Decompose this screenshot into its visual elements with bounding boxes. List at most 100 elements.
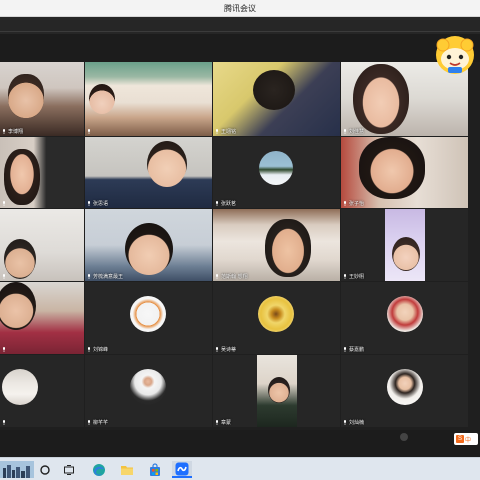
edge-browser-icon[interactable]: [90, 461, 108, 478]
mic-icon: [2, 200, 6, 206]
participant-tile[interactable]: [0, 137, 84, 208]
participant-label: 范斯翰 想翔: [215, 272, 248, 280]
profile-avatar: [130, 369, 166, 405]
participant-label: 吴诗蒂: [215, 345, 236, 353]
ime-indicator[interactable]: S 中: [454, 433, 478, 445]
profile-avatar: [387, 369, 423, 405]
participant-name: 柳芊芊: [93, 419, 109, 426]
child-face: [4, 239, 36, 279]
participant-name: 刘灿楠: [349, 419, 365, 426]
mic-icon: [2, 128, 6, 134]
participant-tile[interactable]: 李博翔: [0, 62, 84, 136]
participant-label: [2, 345, 8, 353]
ime-label: 中: [465, 436, 472, 444]
mic-icon: [87, 273, 91, 279]
child-face: [147, 141, 187, 187]
mic-icon: [215, 273, 219, 279]
participant-label: 张子怡: [343, 199, 364, 207]
meeting-toolbar: [0, 17, 480, 34]
participant-label: 柳芊芊: [87, 418, 108, 426]
mic-icon: [343, 419, 347, 425]
participant-tile[interactable]: 蔡嘉鹏: [341, 282, 468, 354]
profile-avatar: [259, 151, 293, 185]
participant-label: 王翊铭: [215, 127, 236, 135]
mic-icon: [87, 200, 91, 206]
title-bar: 腾讯会议: [0, 0, 480, 17]
tencent-meeting-icon[interactable]: [172, 461, 192, 478]
participant-tile[interactable]: 芳梳满意最王: [85, 209, 212, 281]
participant-label: 张思语: [87, 199, 108, 207]
participant-tile[interactable]: 范斯翰 想翔: [213, 209, 340, 281]
participant-name: 章蒙: [221, 419, 232, 426]
participant-label: 李博翔: [2, 127, 23, 135]
participant-tile[interactable]: 吴诗蒂: [213, 282, 340, 354]
video-grid: 李博翔 王翊铭 刘佳慧 张思语 张跃茗 张子怡 芳梳满意最王 范斯翰 想翔 王妙…: [0, 62, 480, 430]
mic-icon: [215, 200, 219, 206]
participant-name: 张子怡: [349, 200, 365, 207]
profile-avatar: [130, 296, 166, 332]
child-face: [125, 223, 173, 275]
participant-name: 王翊铭: [221, 128, 237, 135]
profile-avatar: [258, 296, 294, 332]
participant-tile[interactable]: 刘灿楠: [341, 355, 468, 427]
mic-icon: [215, 346, 219, 352]
skyline-thumbnail-icon[interactable]: [0, 461, 34, 478]
child-face: [268, 377, 290, 403]
toolbar-divider: [0, 31, 480, 32]
mic-icon: [87, 419, 91, 425]
participant-label: [87, 127, 93, 135]
mic-icon: [87, 346, 91, 352]
participant-label: [2, 199, 8, 207]
participant-name: 李博翔: [8, 128, 24, 135]
participant-name: 王妙栩: [349, 273, 365, 280]
child-face: [392, 237, 420, 271]
child-face: [4, 149, 40, 205]
participant-name: 张思语: [93, 200, 109, 207]
participant-label: 张跃茗: [215, 199, 236, 207]
mic-icon: [2, 346, 6, 352]
participant-label: 刘灿楠: [343, 418, 364, 426]
child-face: [253, 70, 295, 110]
mic-icon: [87, 128, 91, 134]
participant-name: 刘佳慧: [349, 128, 365, 135]
participant-tile[interactable]: [0, 355, 84, 427]
child-face: [353, 64, 409, 134]
notification-icon[interactable]: [400, 433, 408, 441]
task-view-icon[interactable]: [62, 461, 76, 478]
mic-icon: [2, 273, 6, 279]
participant-label: [2, 272, 8, 280]
participant-name: 刘锦峰: [93, 346, 109, 353]
participant-tile[interactable]: 张跃茗: [213, 137, 340, 208]
meeting-status-bar: S 中: [0, 430, 480, 457]
participant-name: 范斯翰 想翔: [221, 273, 248, 280]
participant-label: 蔡嘉鹏: [343, 345, 364, 353]
participant-tile[interactable]: 章蒙: [213, 355, 340, 427]
mic-icon: [215, 419, 219, 425]
child-face: [8, 74, 44, 118]
profile-avatar: [2, 369, 38, 405]
mic-icon: [343, 273, 347, 279]
participant-label: 刘佳慧: [343, 127, 364, 135]
child-face: [89, 84, 115, 114]
participant-label: 芳梳满意最王: [87, 272, 123, 280]
participant-tile[interactable]: 柳芊芊: [85, 355, 212, 427]
participant-tile[interactable]: [0, 282, 84, 354]
participant-label: 章蒙: [215, 418, 231, 426]
search-circle-icon[interactable]: [38, 461, 52, 478]
participant-tile[interactable]: 张思语: [85, 137, 212, 208]
participant-tile[interactable]: [0, 209, 84, 281]
file-explorer-icon[interactable]: [118, 461, 136, 478]
store-bag-icon[interactable]: [146, 461, 164, 478]
participant-name: 芳梳满意最王: [93, 273, 124, 280]
participant-label: 王妙栩: [343, 272, 364, 280]
participant-tile[interactable]: [85, 62, 212, 136]
windows-taskbar: [0, 457, 480, 480]
participant-tile[interactable]: 王翊铭: [213, 62, 340, 136]
mic-icon: [343, 128, 347, 134]
participant-tile[interactable]: 刘锦峰: [85, 282, 212, 354]
participant-tile[interactable]: 张子怡: [341, 137, 468, 208]
participant-tile[interactable]: 王妙栩: [341, 209, 468, 281]
mascot-sticker: [433, 33, 477, 77]
mic-icon: [215, 128, 219, 134]
participant-name: 蔡嘉鹏: [349, 346, 365, 353]
